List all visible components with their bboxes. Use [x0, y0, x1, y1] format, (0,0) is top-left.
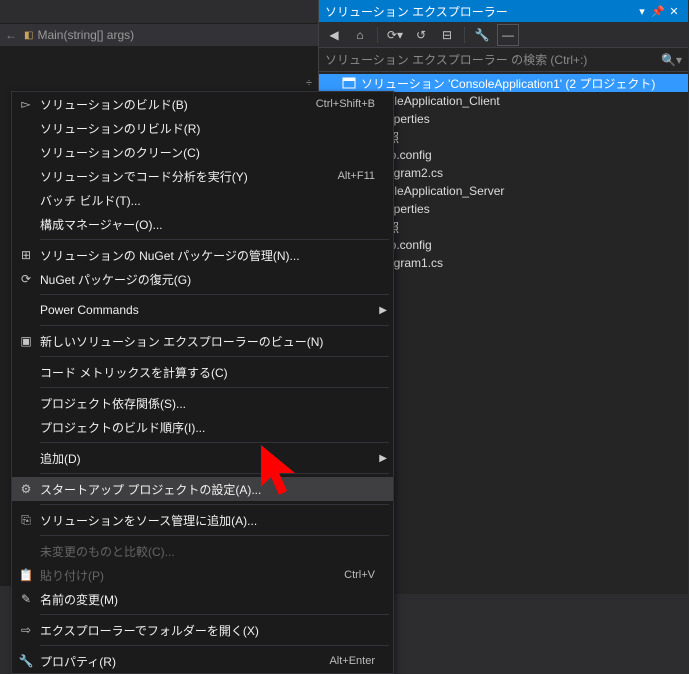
solution-search-placeholder: ソリューション エクスプローラー の検索 (Ctrl+:)	[325, 51, 587, 68]
restore-icon: ⟳	[12, 272, 40, 286]
menu-item-label: プロジェクトのビルド順序(I)...	[40, 419, 393, 436]
menu-item-label: プロパティ(R)	[40, 653, 329, 670]
menu-item[interactable]: ソリューションのクリーン(C)	[12, 140, 393, 164]
solution-icon	[341, 75, 357, 91]
menu-item[interactable]: ▣新しいソリューション エクスプローラーのビュー(N)	[12, 329, 393, 353]
menu-item[interactable]: プロジェクト依存関係(S)...	[12, 391, 393, 415]
nav-back-icon[interactable]: ←	[0, 28, 22, 42]
menu-item[interactable]: ソリューションでコード分析を実行(Y)Alt+F11	[12, 164, 393, 188]
menu-item[interactable]: 追加(D)▶	[12, 446, 393, 470]
menu-item-label: エクスプローラーでフォルダーを開く(X)	[40, 622, 393, 639]
method-icon: ◧	[24, 30, 33, 41]
menu-item-label: 名前の変更(M)	[40, 591, 393, 608]
menu-item-label: スタートアップ プロジェクトの設定(A)...	[40, 481, 393, 498]
menu-item-label: Power Commands	[40, 303, 393, 317]
menu-item[interactable]: ⇨エクスプローラーでフォルダーを開く(X)	[12, 618, 393, 642]
cursor-indicator-icon	[255, 443, 303, 503]
menu-item[interactable]: 🔧プロパティ(R)Alt+Enter	[12, 649, 393, 673]
gear-icon: ⚙	[12, 482, 40, 496]
editor-tabs	[0, 0, 318, 24]
menu-item[interactable]: Power Commands▶	[12, 298, 393, 322]
properties-icon[interactable]: 🔧	[471, 24, 493, 46]
menu-item-label: 追加(D)	[40, 450, 393, 467]
back-icon[interactable]: ◀	[323, 24, 345, 46]
menu-item[interactable]: コード メトリックスを計算する(C)	[12, 360, 393, 384]
show-all-icon[interactable]: —	[497, 24, 519, 46]
paste-icon: 📋	[12, 568, 40, 582]
menu-item[interactable]: 📋貼り付け(P)Ctrl+V	[12, 563, 393, 587]
menu-item[interactable]: ⊞ソリューションの NuGet パッケージの管理(N)...	[12, 243, 393, 267]
menu-item-label: 構成マネージャー(O)...	[40, 216, 393, 233]
panel-close-icon[interactable]: ✕	[666, 5, 682, 18]
solution-context-menu: ▻ソリューションのビルド(B)Ctrl+Shift+B ソリューションのリビルド(…	[11, 91, 394, 674]
submenu-arrow-icon: ▶	[379, 305, 387, 316]
menu-item[interactable]: 構成マネージャー(O)...	[12, 212, 393, 236]
menu-item-label: ソリューションの NuGet パッケージの管理(N)...	[40, 247, 393, 264]
menu-item-label: ソリューションをソース管理に追加(A)...	[40, 512, 393, 529]
menu-item[interactable]: 未変更のものと比較(C)...	[12, 539, 393, 563]
folder-icon: ⇨	[12, 623, 40, 637]
menu-item-shortcut: Ctrl+Shift+B	[316, 98, 393, 110]
menu-item-label: NuGet パッケージの復元(G)	[40, 271, 393, 288]
breadcrumb-method[interactable]: Main(string[] args)	[37, 28, 134, 42]
menu-item-label: 新しいソリューション エクスプローラーのビュー(N)	[40, 333, 393, 350]
menu-item-label: ソリューションのビルド(B)	[40, 96, 316, 113]
menu-item-label: ソリューションでコード分析を実行(Y)	[40, 168, 338, 185]
menu-item-label: ソリューションのリビルド(R)	[40, 120, 393, 137]
wrench-icon: 🔧	[12, 654, 40, 668]
menu-item[interactable]: ⟳NuGet パッケージの復元(G)	[12, 267, 393, 291]
home-icon[interactable]: ⌂	[349, 24, 371, 46]
menu-item-shortcut: Alt+F11	[338, 170, 393, 182]
menu-item-label: プロジェクト依存関係(S)...	[40, 395, 393, 412]
solution-search[interactable]: ソリューション エクスプローラー の検索 (Ctrl+:) 🔍▾	[319, 48, 688, 72]
menu-item[interactable]: ▻ソリューションのビルド(B)Ctrl+Shift+B	[12, 92, 393, 116]
solution-root-node[interactable]: ソリューション 'ConsoleApplication1' (2 プロジェクト)	[319, 74, 688, 92]
menu-item[interactable]: ソリューションのリビルド(R)	[12, 116, 393, 140]
editor-split-icon[interactable]: ÷	[302, 76, 316, 90]
solution-root-label: ソリューション 'ConsoleApplication1' (2 プロジェクト)	[361, 75, 655, 92]
menu-item-shortcut: Alt+Enter	[329, 655, 393, 667]
menu-item-label: バッチ ビルド(T)...	[40, 192, 393, 209]
submenu-arrow-icon: ▶	[379, 453, 387, 464]
menu-item-label: 貼り付け(P)	[40, 567, 344, 584]
solution-explorer-title: ソリューション エクスプローラー	[325, 3, 508, 20]
nuget-icon: ⊞	[12, 248, 40, 262]
source-icon: ⎘	[12, 513, 40, 528]
sync-icon[interactable]: ⟳▾	[384, 24, 406, 46]
editor-breadcrumb-bar: ← ◧ Main(string[] args)	[0, 24, 318, 46]
panel-menu-icon[interactable]: ▾	[634, 5, 650, 18]
menu-item-label: ソリューションのクリーン(C)	[40, 144, 393, 161]
rename-icon: ✎	[12, 592, 40, 606]
search-icon[interactable]: 🔍▾	[661, 53, 682, 67]
refresh-icon[interactable]: ↺	[410, 24, 432, 46]
collapse-all-icon[interactable]: ⊟	[436, 24, 458, 46]
menu-item-label: 未変更のものと比較(C)...	[40, 543, 393, 560]
solution-explorer-title-bar: ソリューション エクスプローラー ▾ 📌 ✕	[319, 0, 688, 22]
menu-item-label: コード メトリックスを計算する(C)	[40, 364, 393, 381]
newview-icon: ▣	[12, 334, 40, 348]
menu-item[interactable]: ⚙スタートアップ プロジェクトの設定(A)...	[12, 477, 393, 501]
menu-item[interactable]: プロジェクトのビルド順序(I)...	[12, 415, 393, 439]
panel-pin-icon[interactable]: 📌	[650, 5, 666, 18]
menu-item[interactable]: ⎘ソリューションをソース管理に追加(A)...	[12, 508, 393, 532]
menu-item[interactable]: バッチ ビルド(T)...	[12, 188, 393, 212]
menu-item-shortcut: Ctrl+V	[344, 569, 393, 581]
build-icon: ▻	[12, 97, 40, 111]
solution-toolbar: ◀ ⌂ ⟳▾ ↺ ⊟ 🔧 —	[319, 22, 688, 48]
menu-item[interactable]: ✎名前の変更(M)	[12, 587, 393, 611]
